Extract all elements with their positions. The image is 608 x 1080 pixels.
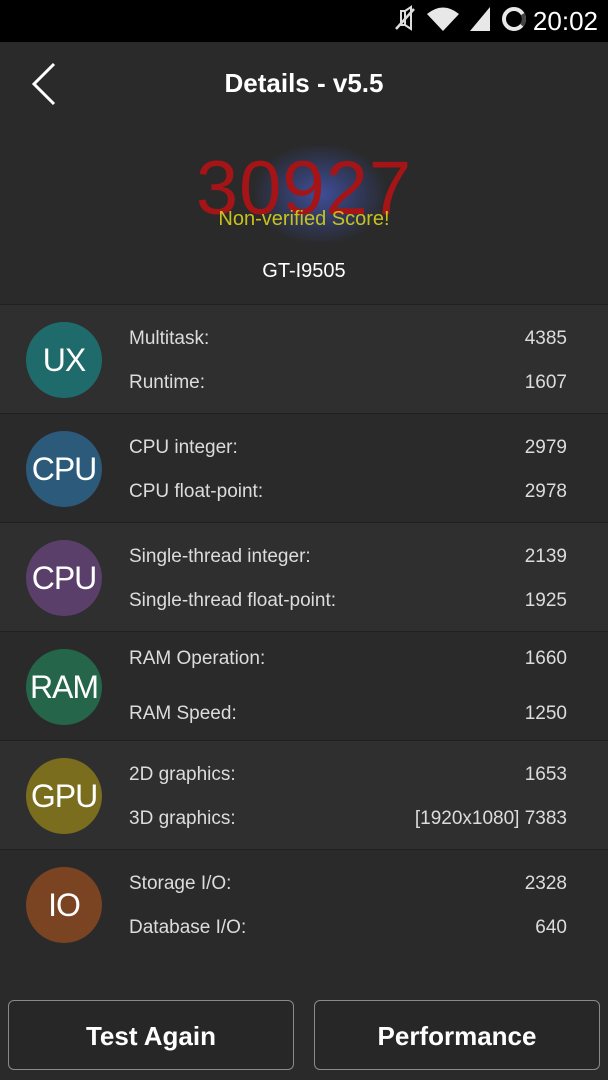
metric-label: Single-thread float-point: <box>129 590 337 611</box>
metric-value: 1607 <box>524 372 567 393</box>
metric-value: 640 <box>535 917 567 938</box>
metric-value: 1653 <box>524 764 567 785</box>
metric-value: 1250 <box>524 703 567 724</box>
status-icons <box>392 4 528 38</box>
performance-button[interactable]: Performance <box>314 1000 600 1070</box>
ux-badge: UX <box>26 322 102 398</box>
metric-value: 2979 <box>524 437 567 458</box>
metric-value: 1660 <box>524 648 567 669</box>
metric-value: 2978 <box>524 481 567 502</box>
metric-value: 2328 <box>524 873 567 894</box>
metric-label: Multitask: <box>129 328 210 349</box>
metric-value: [1920x1080] 7383 <box>414 808 567 829</box>
device-model: GT-I9505 <box>262 260 346 282</box>
signal-icon <box>468 5 492 38</box>
metric-label: Database I/O: <box>129 917 247 938</box>
gpu-badge: GPU <box>26 758 102 834</box>
mute-icon <box>392 4 418 38</box>
row-cpu-single-thread[interactable]: CPU Single-thread integer: 2139 Single-t… <box>0 522 608 631</box>
metric-label: Storage I/O: <box>129 873 232 894</box>
metric-label: RAM Operation: <box>129 648 266 669</box>
row-gpu[interactable]: GPU 2D graphics: 1653 3D graphics: [1920… <box>0 740 608 849</box>
wifi-icon <box>426 5 460 38</box>
clock: 20:02 <box>532 6 598 36</box>
ram-badge: RAM <box>26 649 102 725</box>
metric-label: 3D graphics: <box>129 808 236 829</box>
row-io[interactable]: IO Storage I/O: 2328 Database I/O: 640 <box>0 849 608 958</box>
sync-icon <box>500 5 528 38</box>
row-ux[interactable]: UX Multitask: 4385 Runtime: 1607 <box>0 304 608 413</box>
metric-value: 2139 <box>524 546 567 567</box>
metric-value: 4385 <box>524 328 567 349</box>
metric-label: RAM Speed: <box>129 703 237 724</box>
metric-label: CPU integer: <box>129 437 238 458</box>
status-bar: 20:02 <box>0 0 608 42</box>
metric-label: Single-thread integer: <box>129 546 311 567</box>
metric-label: Runtime: <box>129 372 206 393</box>
header: Details - v5.5 <box>0 42 608 126</box>
page-title: Details - v5.5 <box>224 68 384 98</box>
verification-note: Non-verified Score! <box>218 208 390 230</box>
cpu-badge: CPU <box>26 431 102 507</box>
metric-label: 2D graphics: <box>129 764 236 785</box>
metric-label: CPU float-point: <box>129 481 264 502</box>
test-again-button[interactable]: Test Again <box>8 1000 294 1070</box>
row-ram[interactable]: RAM RAM Operation: 1660 RAM Speed: 1250 <box>0 631 608 740</box>
row-cpu[interactable]: CPU CPU integer: 2979 CPU float-point: 2… <box>0 413 608 522</box>
metric-value: 1925 <box>524 590 567 611</box>
cpu-single-thread-badge: CPU <box>26 540 102 616</box>
score-area: 30927 Non-verified Score! GT-I9505 <box>0 126 608 306</box>
io-badge: IO <box>26 867 102 943</box>
